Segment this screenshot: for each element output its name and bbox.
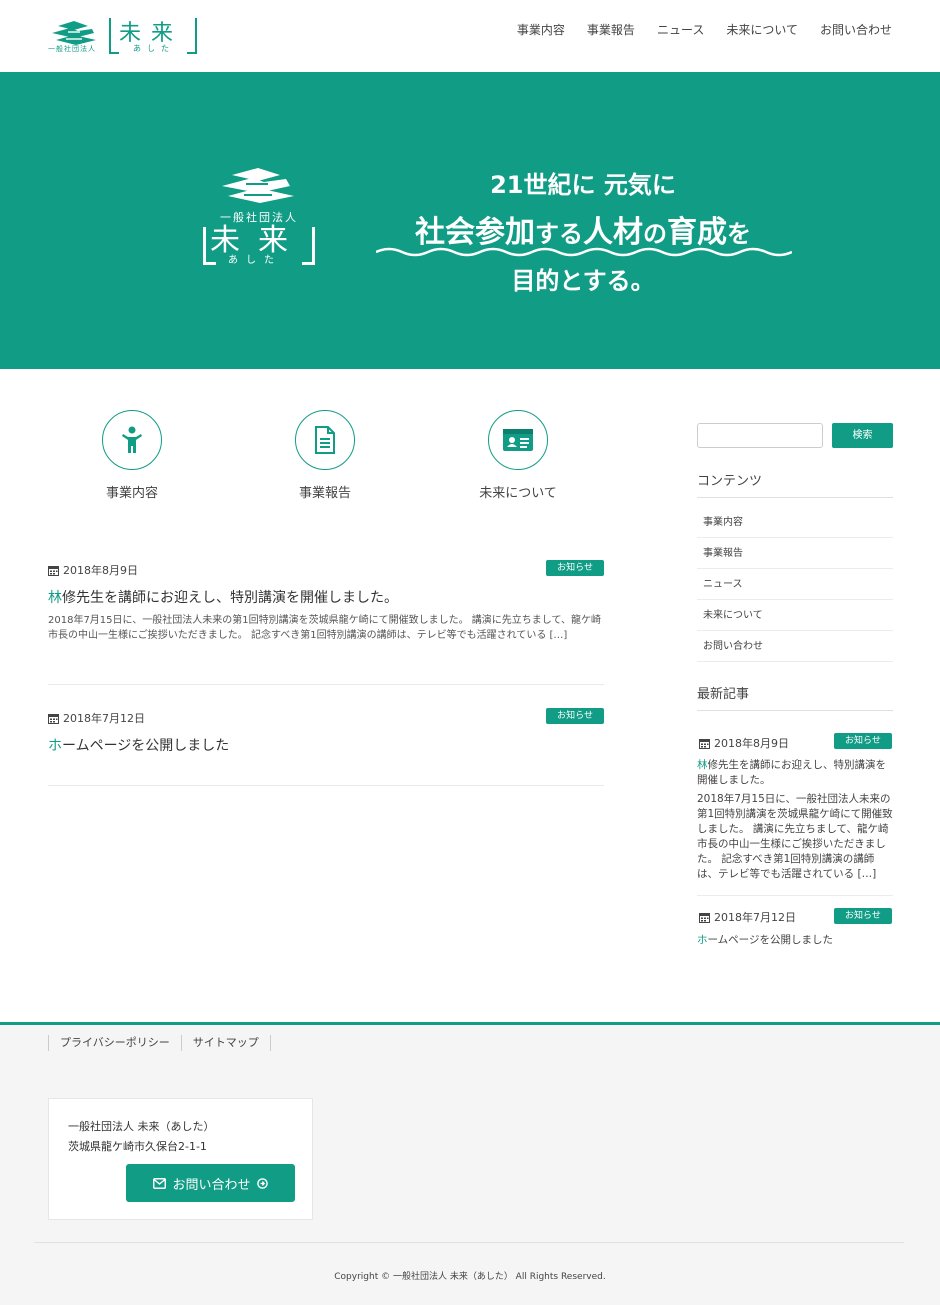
- contact-button[interactable]: お問い合わせ: [126, 1164, 295, 1202]
- recent-post-title[interactable]: 林修先生を講師にお迎えし、特別講演を開催しました。: [697, 758, 893, 788]
- calendar-icon: [699, 912, 710, 923]
- recent-post-date: 2018年7月12日: [699, 909, 796, 925]
- nav-item-news[interactable]: ニュース: [657, 22, 704, 38]
- post-date: 2018年7月12日: [48, 710, 145, 726]
- footer-link-sitemap[interactable]: サイトマップ: [182, 1035, 271, 1051]
- post-title[interactable]: 林修先生を講師にお迎えし、特別講演を開催しました。: [48, 587, 398, 607]
- recent-divider: [697, 895, 893, 896]
- logo-org-text: 一般社団法人: [48, 45, 96, 53]
- sidebar-item-about[interactable]: 未来について: [697, 600, 893, 631]
- calendar-icon: [699, 738, 710, 749]
- logo-kana-text: あした: [133, 44, 175, 53]
- recent-post-title-initial: ホ: [697, 934, 708, 946]
- hero-tagline: 21世紀に 元気に 社会参加する人材の育成を 目的とする。: [372, 72, 794, 369]
- post-date: 2018年8月9日: [48, 562, 138, 578]
- post-item: 2018年7月12日 お知らせ ホームページを公開しました: [48, 705, 604, 786]
- feature-label: 未来について: [479, 486, 557, 501]
- post-title-initial: ホ: [48, 738, 62, 754]
- hero-banner: 一般社団法人 未来 あした 21世紀に 元気に 社会参加する人材の育成を 目的と…: [0, 72, 940, 369]
- category-badge[interactable]: お知らせ: [546, 560, 604, 576]
- feature-reports[interactable]: 事業報告: [265, 410, 385, 510]
- hero-logo-mark-icon: [222, 168, 294, 203]
- recent-post-excerpt: 2018年7月15日に、一般社団法人未来の第1回特別講演を茨城県龍ケ崎にて開催致…: [697, 793, 893, 880]
- site-footer: プライバシーポリシー サイトマップ 一般社団法人 未来（あした） 茨城県龍ケ崎市…: [0, 1022, 940, 1305]
- sidebar-item-contact[interactable]: お問い合わせ: [697, 631, 893, 662]
- main-nav: 事業内容 事業報告 ニュース 未来について お問い合わせ: [517, 22, 892, 38]
- feature-circle: [488, 410, 548, 470]
- post-title[interactable]: ホームページを公開しました: [48, 735, 229, 755]
- hero-tagline-word: 社会参加: [415, 215, 535, 250]
- post-title-text: ームページを公開しました: [62, 738, 230, 754]
- copyright-text: Copyright © 一般社団法人 未来（あした） All Rights Re…: [334, 1272, 606, 1282]
- category-badge[interactable]: お知らせ: [546, 708, 604, 724]
- nav-item-contact[interactable]: お問い合わせ: [820, 22, 892, 38]
- post-title-initial: 林: [48, 590, 62, 606]
- hero-logo: 一般社団法人 未来 あした: [200, 167, 318, 277]
- calendar-icon: [48, 713, 59, 724]
- recent-post-title-text: 修先生を講師にお迎えし、特別講演を開催しました。: [697, 759, 886, 786]
- hero-logo-kana: あした: [228, 255, 282, 266]
- recent-post-date-text: 2018年7月12日: [714, 911, 796, 924]
- hero-tagline-particle: する: [535, 220, 583, 248]
- sidebar-heading-recent: 最新記事: [697, 683, 893, 711]
- recent-post-title-initial: 林: [697, 759, 708, 771]
- post-item: 2018年8月9日 お知らせ 林修先生を講師にお迎えし、特別講演を開催しました。…: [48, 558, 604, 685]
- sidebar-item-news[interactable]: ニュース: [697, 569, 893, 600]
- post-title-text: 修先生を講師にお迎えし、特別講演を開催しました。: [62, 590, 398, 606]
- footer-contact-box: 一般社団法人 未来（あした） 茨城県龍ケ崎市久保台2-1-1 お問い合わせ: [48, 1098, 313, 1220]
- sidebar-item-business[interactable]: 事業内容: [697, 507, 893, 538]
- sidebar-contents-list: 事業内容 事業報告 ニュース 未来について お問い合わせ: [697, 507, 893, 662]
- site-header: 一般社団法人 未来 あした 事業内容 事業報告 ニュース 未来について お問い合…: [0, 0, 940, 72]
- hero-tagline-particle: を: [727, 220, 751, 248]
- hero-tagline-line3: 目的とする。: [511, 267, 655, 295]
- recent-category-badge[interactable]: お知らせ: [834, 733, 892, 749]
- arrow-circle-right-icon: [256, 1177, 268, 1189]
- nav-item-about[interactable]: 未来について: [726, 22, 798, 38]
- sidebar-heading-contents: コンテンツ: [697, 470, 893, 498]
- post-excerpt: 2018年7月15日に、一般社団法人未来の第1回特別講演を茨城県龍ケ崎にて開催致…: [48, 615, 601, 641]
- feature-label: 事業報告: [298, 486, 351, 501]
- feature-circle: [295, 410, 355, 470]
- envelope-icon: [153, 1177, 167, 1189]
- recent-post-date-text: 2018年8月9日: [714, 737, 789, 750]
- hero-tagline-line1: 21世紀に 元気に: [490, 171, 676, 199]
- logo-bracket: 未来 あした: [109, 18, 197, 54]
- feature-circle: [102, 410, 162, 470]
- hero-tagline-line2: 社会参加する人材の育成を: [372, 207, 794, 251]
- footer-address: 茨城県龍ケ崎市久保台2-1-1: [68, 1140, 207, 1153]
- site-logo[interactable]: 一般社団法人 未来 あした: [48, 17, 198, 57]
- child-icon: [122, 426, 142, 453]
- recent-post-title[interactable]: ホームページを公開しました: [697, 933, 893, 948]
- footer-link-privacy[interactable]: プライバシーポリシー: [49, 1035, 182, 1051]
- hero-tagline-particle: の: [643, 220, 667, 248]
- recent-post-title-text: ームページを公開しました: [707, 934, 833, 946]
- footer-divider: [34, 1242, 904, 1243]
- feature-label: 事業内容: [105, 486, 158, 501]
- footer-org-name: 一般社団法人 未来（あした）: [68, 1120, 215, 1133]
- feature-about[interactable]: 未来について: [458, 410, 578, 510]
- hero-tagline-word: 人材: [583, 215, 643, 250]
- recent-post-date: 2018年8月9日: [699, 735, 789, 751]
- post-date-text: 2018年7月12日: [63, 712, 145, 725]
- document-icon: [315, 426, 335, 454]
- calendar-icon: [48, 565, 59, 576]
- recent-category-badge[interactable]: お知らせ: [834, 908, 892, 924]
- footer-links: プライバシーポリシー サイトマップ: [48, 1035, 271, 1051]
- hero-wave-underline: [376, 247, 792, 257]
- feature-business[interactable]: 事業内容: [72, 410, 192, 510]
- search-input[interactable]: [697, 423, 823, 448]
- search-button[interactable]: 検索: [832, 423, 893, 448]
- nav-item-reports[interactable]: 事業報告: [587, 22, 635, 38]
- post-date-text: 2018年8月9日: [63, 564, 138, 577]
- id-card-icon: [503, 429, 533, 451]
- nav-item-business[interactable]: 事業内容: [517, 22, 565, 38]
- hero-tagline-word: 育成: [667, 215, 727, 250]
- sidebar-item-reports[interactable]: 事業報告: [697, 538, 893, 569]
- contact-button-label: お問い合わせ: [172, 1177, 251, 1193]
